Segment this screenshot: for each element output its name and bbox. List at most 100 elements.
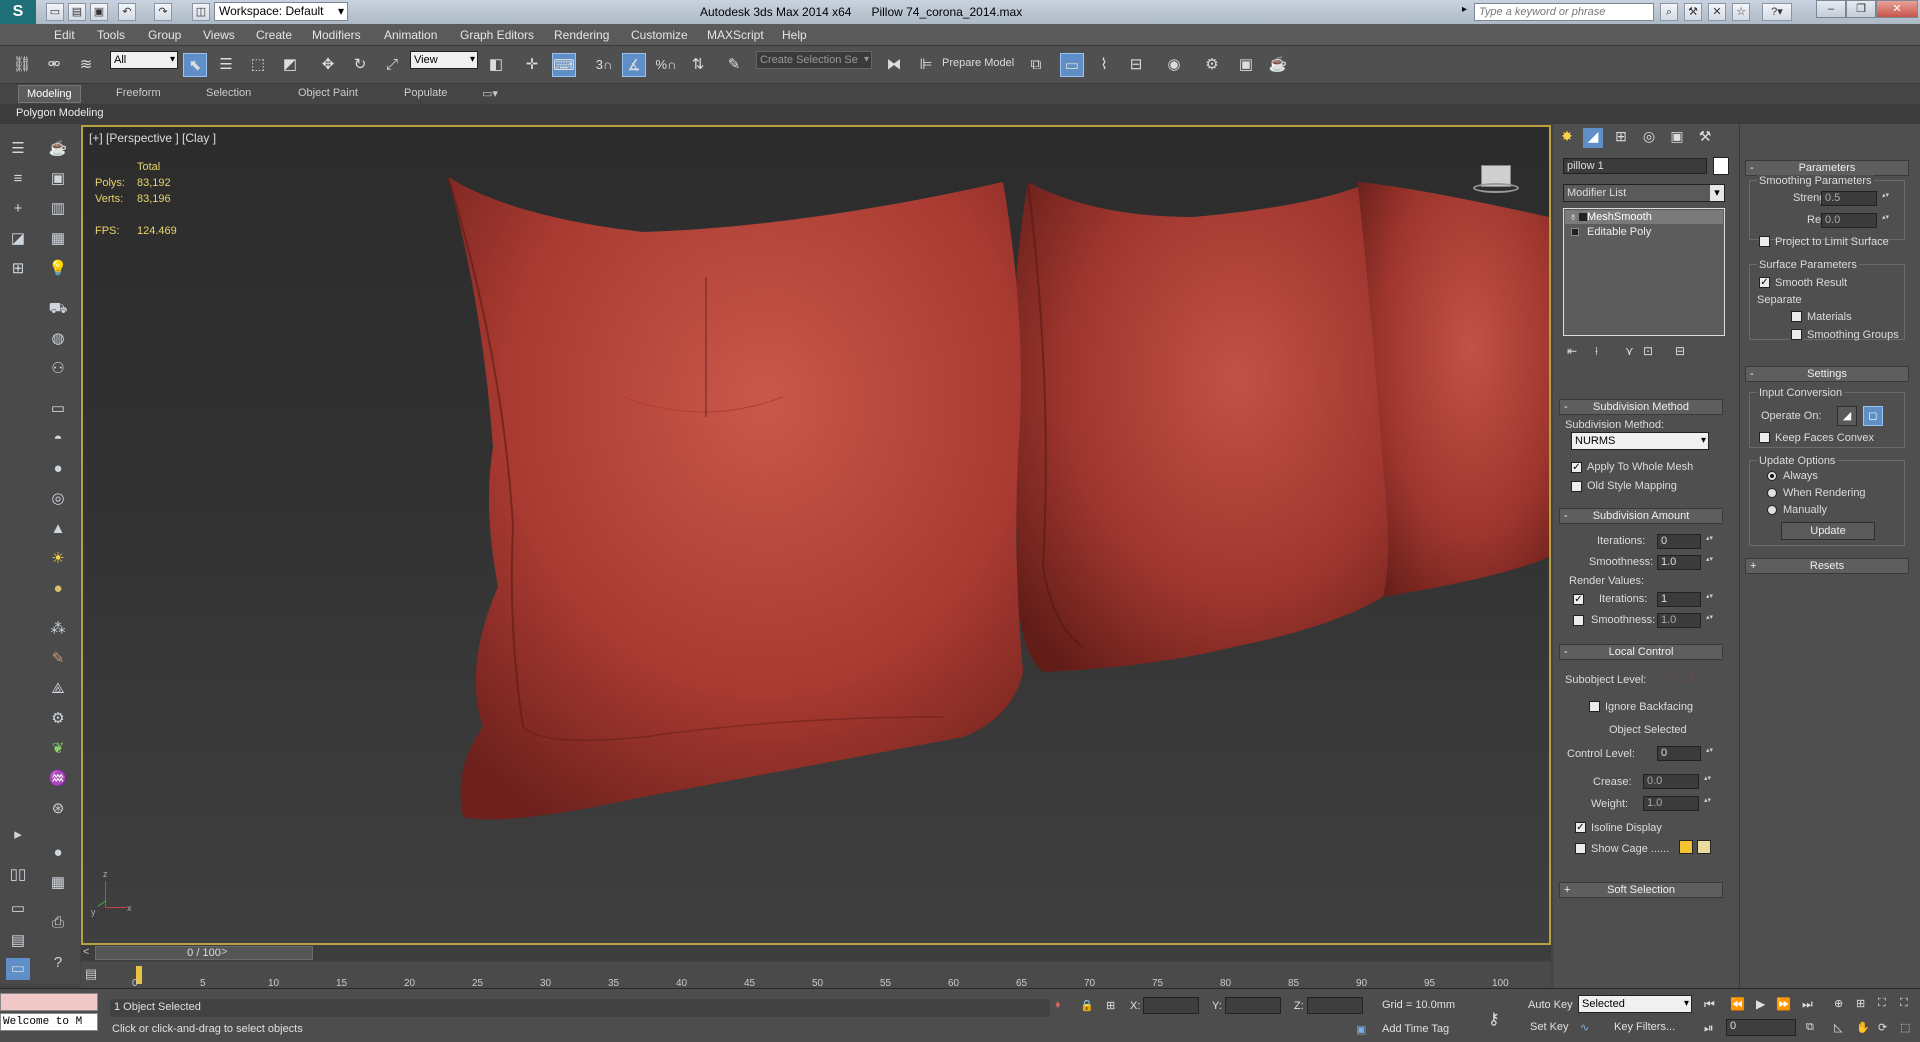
minimize-icon[interactable]: –	[1816, 0, 1846, 18]
zoom-all-icon[interactable]: ⊞	[1856, 997, 1865, 1010]
menu-views[interactable]: Views	[203, 28, 235, 42]
expand-arrow-icon[interactable]: ▸	[6, 824, 30, 846]
key-tangent-icon[interactable]: ∿	[1580, 1021, 1589, 1034]
bone-icon[interactable]: ⟁	[46, 678, 70, 700]
absolute-mode-icon[interactable]: ⊞	[1106, 999, 1115, 1012]
notes-icon[interactable]: ▥	[46, 198, 70, 220]
scale-icon[interactable]: ⤢	[380, 53, 404, 77]
favorites-icon[interactable]: ☆	[1732, 3, 1750, 21]
vertex-icon[interactable]: ⋰	[1667, 672, 1679, 686]
zoom-extents-icon[interactable]: ⛶	[1878, 997, 1886, 1010]
resets-rollout[interactable]: + Resets	[1745, 558, 1909, 574]
prev-frame-icon[interactable]: <	[83, 946, 89, 958]
configure-modifier-sets-icon[interactable]: ⊟	[1675, 344, 1685, 358]
particle-icon[interactable]: ⚇	[46, 358, 70, 380]
mini-curve-editor-icon[interactable]: ▤	[81, 966, 101, 984]
go-to-start-icon[interactable]: ⏮	[1704, 997, 1715, 1012]
teapot-icon[interactable]: ☕	[46, 138, 70, 160]
angle-snap-icon[interactable]: ∡	[622, 53, 646, 77]
cage-color-2-swatch[interactable]	[1697, 840, 1711, 854]
unlink-icon[interactable]: ⚮	[42, 53, 66, 77]
expand-search-icon[interactable]: ▸	[1462, 4, 1467, 15]
half-sphere-icon[interactable]: ◓	[46, 428, 70, 450]
create-panel-icon[interactable]: ✸	[1557, 128, 1577, 148]
maximize-viewport-icon[interactable]: ⬚	[1900, 1021, 1910, 1034]
snaps-toggle-icon[interactable]: 3∩	[592, 53, 616, 77]
maximize-icon[interactable]: ❐	[1846, 0, 1876, 18]
menu-tools[interactable]: Tools	[97, 28, 125, 42]
new-file-icon[interactable]: ▭	[46, 3, 64, 21]
time-slider-thumb[interactable]: 0 / 100	[95, 946, 313, 960]
object-color-swatch[interactable]	[1713, 157, 1729, 175]
z-coordinate-field[interactable]	[1307, 997, 1363, 1014]
maxscript-listener-top[interactable]	[0, 993, 98, 1011]
layer-manager-icon[interactable]: ⧉	[1024, 53, 1048, 77]
expand-icon[interactable]	[1571, 228, 1579, 236]
material-sphere-icon[interactable]: ●	[46, 578, 70, 600]
gear-icon[interactable]: ⚙	[46, 708, 70, 730]
operate-on-polygons-icon[interactable]: ◻	[1863, 406, 1883, 426]
show-end-result-icon[interactable]: ⟊	[1595, 344, 1598, 359]
modifier-list-dropdown[interactable]: Modifier List ▾	[1563, 184, 1725, 202]
lightbulb-icon[interactable]: ♁	[1569, 210, 1577, 224]
apply-whole-mesh-checkbox[interactable]: ✓	[1571, 462, 1582, 473]
cloth-icon[interactable]: ⊛	[46, 798, 70, 820]
subdivision-method-dropdown[interactable]: NURMS	[1571, 432, 1709, 450]
local-control-rollout[interactable]: - Local Control	[1559, 644, 1723, 660]
table-icon[interactable]: ▦	[46, 872, 70, 894]
crease-spinner[interactable]: 0.0	[1643, 774, 1712, 789]
open-file-icon[interactable]: ▤	[68, 3, 86, 21]
rectangular-selection-icon[interactable]: ⬚	[246, 53, 270, 77]
x-coordinate-field[interactable]	[1143, 997, 1199, 1014]
subdivision-method-rollout[interactable]: - Subdivision Method	[1559, 399, 1723, 415]
reference-coordinate-dropdown[interactable]: View	[410, 51, 478, 69]
stack-item-editable-poly[interactable]: Editable Poly	[1565, 225, 1723, 239]
menu-maxscript[interactable]: MAXScript	[707, 28, 764, 42]
camera-icon[interactable]: ◍	[46, 328, 70, 350]
viewport-layout-4-icon[interactable]: ▭	[6, 958, 30, 980]
schematic-view-icon[interactable]: ⊟	[1124, 53, 1148, 77]
communication-icon[interactable]: ✕	[1708, 3, 1726, 21]
key-mode-dropdown[interactable]: Selected	[1578, 995, 1692, 1013]
time-tag-icon[interactable]: ▣	[1356, 1023, 1366, 1036]
brush-icon[interactable]: ✎	[46, 648, 70, 670]
render-smoothness-spinner[interactable]: 1.0	[1657, 613, 1714, 628]
viewport-layout-icon[interactable]: ▯▯	[6, 864, 30, 886]
dolly-icon[interactable]: ⛟	[46, 298, 70, 320]
orbit-icon[interactable]: ⟳	[1878, 1021, 1887, 1034]
viewcube-icon[interactable]	[1473, 165, 1519, 201]
menu-rendering[interactable]: Rendering	[554, 28, 609, 42]
select-object-icon[interactable]: ⬉	[183, 53, 207, 77]
menu-customize[interactable]: Customize	[631, 28, 688, 42]
project-limit-checkbox[interactable]	[1759, 236, 1770, 247]
printer-icon[interactable]: ⎙	[46, 912, 70, 934]
tab-object-paint[interactable]: Object Paint	[298, 87, 358, 99]
motion-panel-icon[interactable]: ◎	[1639, 128, 1659, 148]
menu-animation[interactable]: Animation	[384, 28, 437, 42]
track-bar[interactable]: ▤ 0 5 10 15 20 25 30 35 40 45 50 55 60 65 70 75 80 85 90 95…	[81, 962, 1551, 989]
photo-icon[interactable]: ▣	[46, 168, 70, 190]
soft-selection-rollout[interactable]: + Soft Selection	[1559, 882, 1723, 898]
hair-icon[interactable]: ♒	[46, 768, 70, 790]
menu-graph-editors[interactable]: Graph Editors	[460, 28, 534, 42]
tube-icon[interactable]: ◎	[46, 488, 70, 510]
zoom-extents-all-icon[interactable]: ⛶	[1900, 997, 1908, 1010]
when-rendering-radio[interactable]	[1767, 488, 1777, 498]
named-selection-set-dropdown[interactable]: Create Selection Se	[756, 51, 872, 69]
relax-spinner[interactable]: 0.0	[1821, 213, 1890, 228]
set-key-button[interactable]: Set Key	[1530, 1021, 1569, 1033]
make-unique-icon[interactable]: ⋎	[1625, 344, 1634, 358]
align-icon[interactable]: ⊫	[914, 53, 938, 77]
y-coordinate-field[interactable]	[1225, 997, 1281, 1014]
cone-icon[interactable]: ▲	[46, 518, 70, 540]
go-to-end-icon[interactable]: ⏭	[1802, 997, 1813, 1012]
previous-key-icon[interactable]: ⏪	[1730, 997, 1745, 1011]
key-filters-button[interactable]: Key Filters...	[1614, 1021, 1675, 1033]
binoculars-icon[interactable]: ⌕	[1660, 3, 1678, 21]
edit-named-selections-icon[interactable]: ✎	[722, 53, 746, 77]
ignore-backfacing-checkbox[interactable]	[1589, 701, 1600, 712]
redo-icon[interactable]: ↷	[154, 3, 172, 21]
plant-icon[interactable]: ❦	[46, 738, 70, 760]
tab-selection[interactable]: Selection	[206, 87, 251, 99]
settings-rollout[interactable]: - Settings	[1745, 366, 1909, 382]
